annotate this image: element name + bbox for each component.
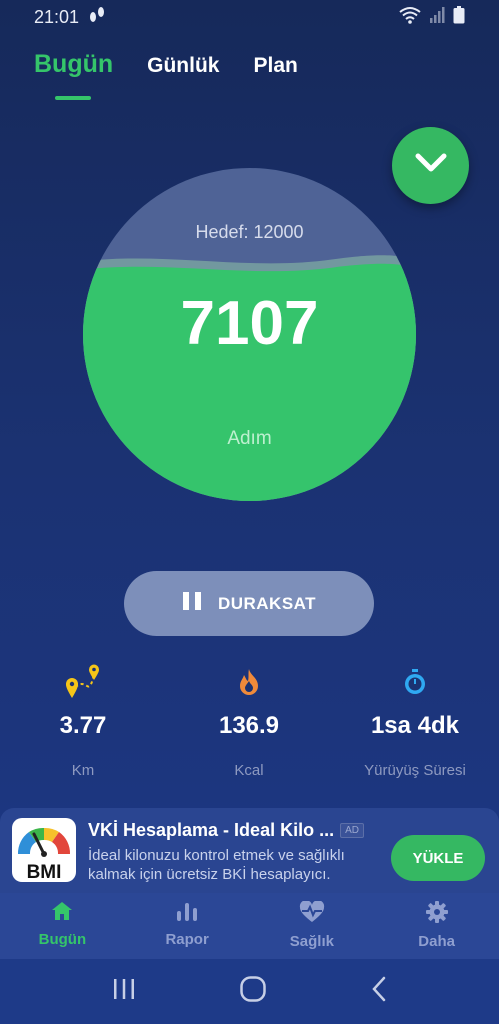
signal-icon — [429, 6, 445, 28]
stat-calories: 136.9 Kcal — [166, 664, 332, 779]
pause-icon — [182, 591, 202, 616]
step-unit-label: Adım — [227, 428, 272, 449]
distance-value: 3.77 — [59, 712, 107, 739]
nav-item-health[interactable]: Sağlık — [250, 893, 375, 959]
stats-row: 3.77 Km 136.9 Kcal 1sa 4dk Yürüyüş Süres… — [0, 664, 499, 779]
stat-walk-duration: 1sa 4dk Yürüyüş Süresi — [332, 664, 498, 779]
ad-install-button[interactable]: YÜKLE — [391, 835, 485, 881]
nav-label-health: Sağlık — [289, 933, 334, 950]
nav-item-report[interactable]: Rapor — [125, 893, 250, 959]
walk-duration-label: Yürüyüş Süresi — [364, 762, 466, 779]
tab-underline — [55, 96, 91, 100]
wifi-icon — [399, 6, 421, 29]
bar-chart-icon — [175, 901, 199, 926]
system-nav-bar — [0, 959, 499, 1024]
step-count: 7107 — [180, 289, 319, 358]
ad-badge: AD — [340, 823, 364, 838]
tab-plan[interactable]: Plan — [253, 54, 297, 78]
back-icon[interactable] — [370, 976, 388, 1007]
chevron-down-icon — [414, 152, 448, 179]
bottom-nav: Bugün Rapor Sağlık Daha — [0, 893, 499, 959]
stat-distance: 3.77 Km — [0, 664, 166, 779]
calories-label: Kcal — [234, 762, 264, 779]
stopwatch-icon — [402, 664, 428, 700]
recent-apps-icon[interactable] — [112, 978, 136, 1005]
nav-item-more[interactable]: Daha — [374, 893, 499, 959]
distance-label: Km — [71, 762, 95, 779]
gear-icon — [425, 901, 448, 928]
pause-button-label: DURAKSAT — [217, 593, 317, 613]
battery-icon — [453, 5, 465, 29]
tab-today[interactable]: Bugün — [34, 50, 113, 79]
nav-label-today: Bugün — [38, 931, 87, 948]
ad-title: VKİ Hesaplama - Ideal Kilo ... — [88, 820, 335, 840]
home-button-icon[interactable] — [239, 975, 267, 1008]
status-time: 21:01 — [34, 6, 80, 27]
footsteps-icon — [89, 6, 105, 29]
goal-label: Hedef: 12000 — [195, 222, 304, 242]
svg-text:BMI: BMI — [27, 862, 62, 882]
home-icon — [51, 901, 73, 926]
tab-daily[interactable]: Günlük — [147, 54, 219, 78]
flame-icon — [236, 664, 262, 700]
route-pin-icon — [63, 664, 103, 700]
collapse-button[interactable] — [392, 127, 469, 204]
ad-description: İdeal kilonuzu kontrol etmek ve sağlıklı… — [88, 847, 345, 883]
calories-value: 136.9 — [218, 712, 280, 739]
status-bar: 21:01 — [0, 0, 499, 34]
pause-button[interactable]: DURAKSAT — [124, 571, 374, 636]
bmi-app-logo: BMI — [12, 818, 76, 882]
nav-label-report: Rapor — [165, 931, 209, 948]
nav-label-more: Daha — [418, 933, 455, 950]
step-progress-circle: Hedef: 12000 7107 Adım — [83, 168, 416, 501]
nav-item-today[interactable]: Bugün — [0, 893, 125, 959]
heart-pulse-icon — [299, 900, 325, 928]
top-tabs: Bugün Günlük Plan — [34, 50, 298, 79]
walk-duration-value: 1sa 4dk — [370, 712, 460, 739]
